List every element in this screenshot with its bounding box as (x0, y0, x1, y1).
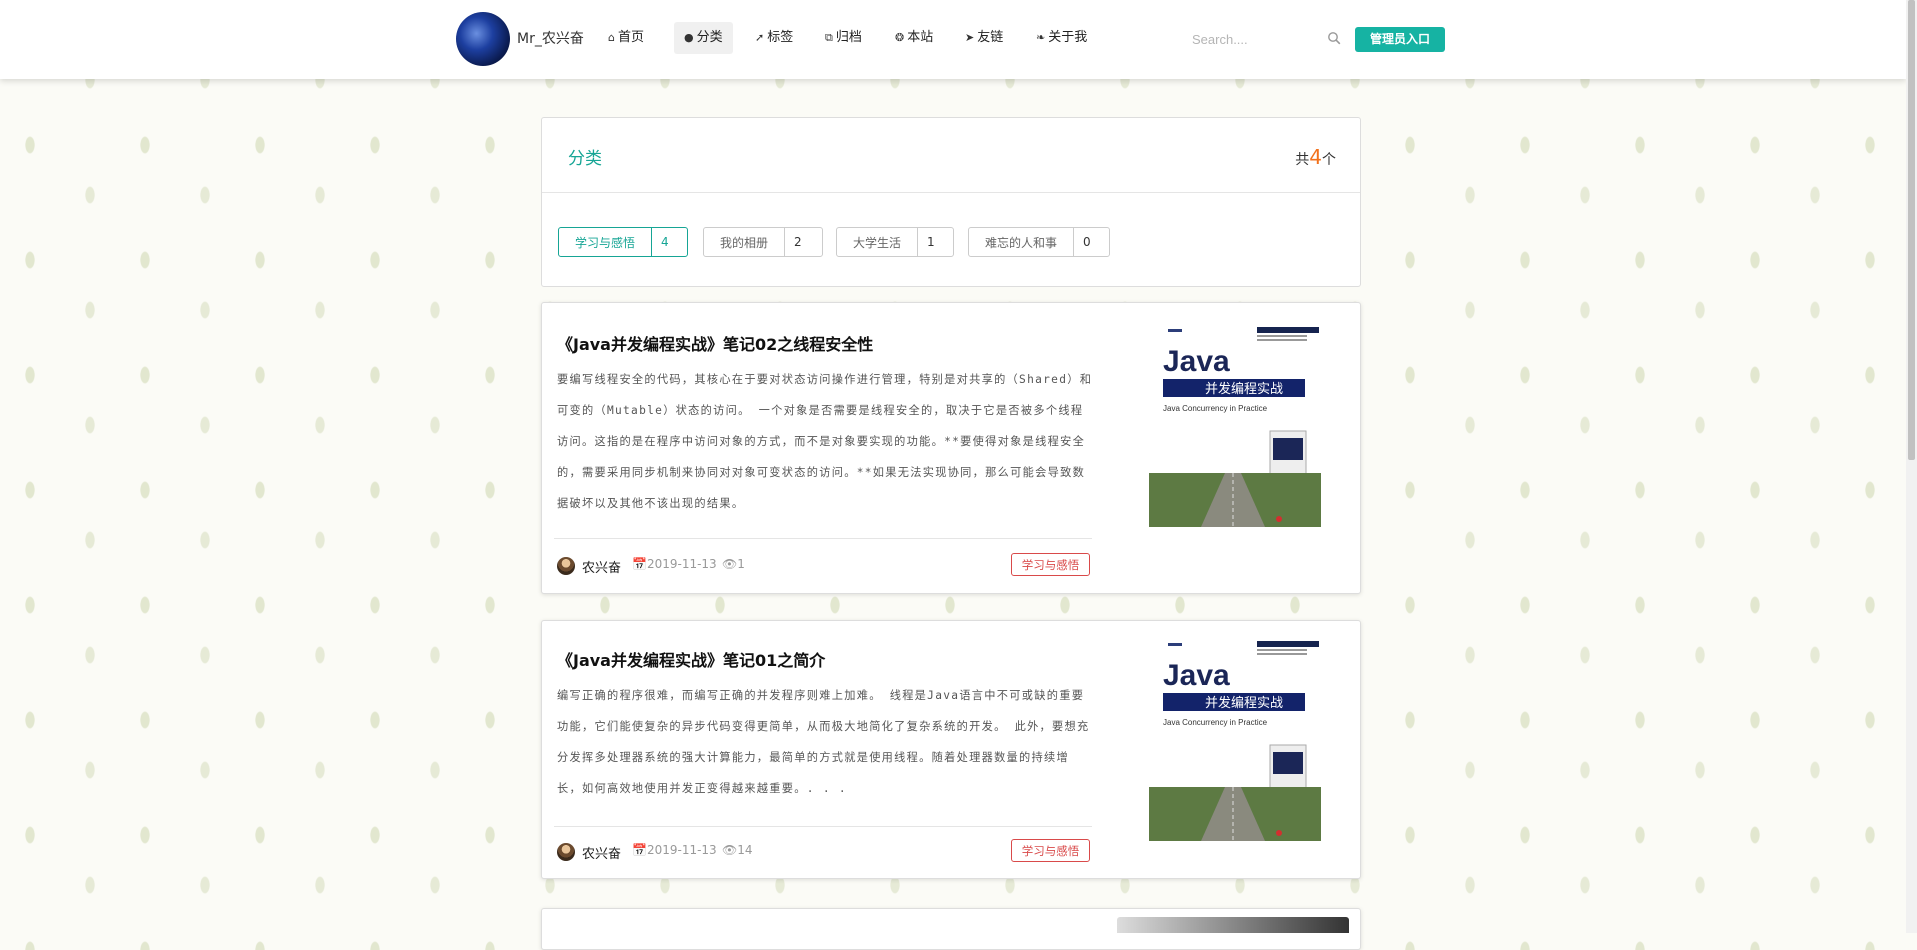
post-date: 📅2019-11-13 (632, 557, 717, 571)
post-date-text: 2019-11-13 (646, 843, 717, 857)
page-scrollbar[interactable] (1906, 0, 1917, 933)
author-avatar[interactable] (557, 557, 575, 575)
cover-english-title: Java Concurrency in Practice (1163, 404, 1268, 413)
category-count: 0 (1073, 228, 1100, 256)
search-input[interactable] (1184, 24, 1330, 54)
author-name[interactable]: 农兴奋 (582, 557, 621, 576)
count-prefix: 共 (1295, 152, 1310, 168)
post-cover-image[interactable]: Java 并发编程实战 Java Concurrency in Practice (1145, 637, 1321, 841)
eye-icon: 👁 (722, 557, 738, 571)
categories-title: 分类 (568, 149, 602, 169)
cover-english-title: Java Concurrency in Practice (1163, 718, 1268, 727)
category-count: 1 (917, 228, 944, 256)
cover-title: Java (1163, 345, 1230, 378)
nav-friends[interactable]: ➤ 友链 (955, 22, 1013, 54)
category-college[interactable]: 大学生活 1 (836, 227, 954, 257)
cover-subtitle: 并发编程实战 (1205, 695, 1283, 711)
eye-icon: 👁 (722, 843, 738, 857)
category-count: 4 (651, 228, 678, 256)
site-name[interactable]: Mr_农兴奋 (517, 28, 584, 48)
post-category-tag[interactable]: 学习与感悟 (1011, 839, 1090, 862)
nav-about-label: 关于我 (1048, 30, 1088, 45)
tags-icon: ➚ (755, 31, 765, 44)
categories-panel: 分类 共4个 学习与感悟 4 我的相册 2 大学生活 1 难忘的人和事 0 (541, 117, 1361, 287)
category-name: 难忘的人和事 (985, 235, 1058, 250)
clone-icon: ⧉ (825, 31, 833, 44)
post-divider (554, 826, 1092, 827)
post-description: 编写正确的程序很难，而编写正确的并发程序则难上加难。 线程是Java语言中不可或… (557, 689, 1090, 795)
post-cover-image[interactable] (1117, 917, 1349, 933)
idea-icon: ● (684, 31, 694, 44)
post-views-text: 14 (737, 843, 753, 857)
category-name: 我的相册 (720, 235, 769, 250)
panel-divider (542, 192, 1360, 193)
admin-login-button[interactable]: 管理员入口 (1355, 27, 1445, 52)
nav-tags-label: 标签 (767, 30, 794, 45)
post-date-text: 2019-11-13 (646, 557, 717, 571)
film-icon: ❂ (895, 31, 905, 44)
author-avatar[interactable] (557, 843, 575, 861)
post-card[interactable]: 《Java并发编程实战》笔记01之简介 编写正确的程序很难，而编写正确的并发程序… (541, 620, 1361, 879)
scrollbar-thumb[interactable] (1908, 0, 1915, 460)
nav-categories-label: 分类 (696, 30, 723, 45)
count-number: 4 (1309, 145, 1322, 169)
calendar-icon: 📅 (632, 557, 647, 571)
post-title[interactable]: 《Java并发编程实战》笔记02之线程安全性 (557, 331, 873, 355)
nav-archive-label: 归档 (835, 30, 862, 45)
home-icon: ⌂ (608, 31, 615, 44)
nav-home[interactable]: ⌂ 首页 (598, 22, 654, 54)
nav-site[interactable]: ❂ 本站 (885, 22, 943, 54)
count-suffix: 个 (1322, 152, 1336, 168)
nav-friends-label: 友链 (977, 30, 1004, 45)
nav-home-label: 首页 (617, 30, 644, 45)
category-memories[interactable]: 难忘的人和事 0 (968, 227, 1110, 257)
category-name: 大学生活 (853, 235, 902, 250)
post-divider (554, 538, 1092, 539)
top-navbar: Mr_农兴奋 ⌂首页 ●分类 ➚标签 ⧉归档 ❂本站 ➤友链 ❧关于我 管理员入… (0, 0, 1906, 79)
category-study[interactable]: 学习与感悟 4 (558, 227, 688, 257)
nav-about[interactable]: ❧ 关于我 (1026, 22, 1097, 54)
fish-icon: ➤ (965, 31, 975, 44)
post-views-text: 1 (737, 557, 745, 571)
cover-title: Java (1163, 659, 1230, 692)
post-card[interactable]: 《Java并发编程实战》笔记02之线程安全性 要编写线程安全的代码，其核心在于要… (541, 302, 1361, 594)
site-avatar[interactable] (456, 12, 510, 66)
post-date: 📅2019-11-13 (632, 843, 717, 857)
post-views: 👁14 (722, 843, 753, 857)
nav-site-label: 本站 (907, 30, 934, 45)
nav-tags[interactable]: ➚ 标签 (745, 22, 803, 54)
cover-subtitle: 并发编程实战 (1205, 381, 1283, 397)
calendar-icon: 📅 (632, 843, 647, 857)
post-category-tag[interactable]: 学习与感悟 (1011, 553, 1090, 576)
author-name[interactable]: 农兴奋 (582, 843, 621, 862)
nav-archive[interactable]: ⧉ 归档 (815, 22, 872, 54)
plant-icon: ❧ (1036, 31, 1046, 44)
post-views: 👁1 (722, 557, 745, 571)
post-title[interactable]: 《Java并发编程实战》笔记01之简介 (557, 647, 825, 671)
categories-count: 共4个 (1295, 145, 1336, 169)
category-album[interactable]: 我的相册 2 (703, 227, 823, 257)
nav-categories[interactable]: ● 分类 (674, 22, 733, 54)
post-description: 要编写线程安全的代码，其核心在于要对状态访问操作进行管理，特别是对共享的（Sha… (557, 373, 1093, 510)
category-count: 2 (784, 228, 811, 256)
post-cover-image[interactable]: Java 并发编程实战 Java Concurrency in Practice (1145, 323, 1321, 527)
search-box (1184, 24, 1347, 54)
search-icon[interactable] (1327, 31, 1341, 45)
category-name: 学习与感悟 (575, 235, 636, 250)
